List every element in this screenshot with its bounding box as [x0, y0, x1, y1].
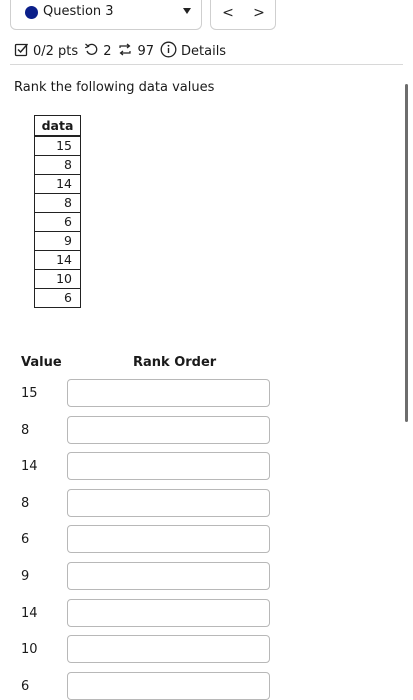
row-value: 10 [21, 642, 38, 657]
data-cell: 14 [34, 249, 81, 270]
rank-input[interactable] [67, 379, 270, 407]
caret-down-icon [183, 8, 191, 14]
rank-input[interactable] [67, 599, 270, 627]
question-label: Question 3 [43, 4, 114, 19]
details-link[interactable]: Details [181, 44, 226, 59]
question-nav: < > [210, 0, 276, 30]
rank-input[interactable] [67, 489, 270, 517]
retries-count: 2 [103, 43, 112, 59]
data-cell: 6 [34, 211, 81, 232]
rank-input[interactable] [67, 452, 270, 480]
score-text: 0/2 pts [33, 43, 79, 59]
attempts-count: 97 [137, 43, 155, 59]
rank-column-header: Rank Order [133, 355, 217, 370]
row-value: 8 [21, 496, 30, 511]
row-value: 15 [21, 386, 38, 401]
previous-question-button[interactable]: < [213, 2, 243, 24]
question-prompt: Rank the following data values [14, 80, 215, 95]
rank-input[interactable] [67, 672, 270, 700]
attempts-icon [117, 42, 133, 61]
divider [10, 64, 403, 65]
data-cell: 8 [34, 192, 81, 213]
checkbox-icon [14, 42, 29, 61]
row-value: 14 [21, 606, 38, 621]
next-question-button[interactable]: > [244, 2, 274, 24]
row-value: 6 [21, 679, 30, 694]
data-table-header: data [34, 115, 81, 137]
rank-input[interactable] [67, 416, 270, 444]
data-cell: 10 [34, 268, 81, 289]
rank-input[interactable] [67, 635, 270, 663]
value-column-header: Value [21, 355, 62, 370]
data-cell: 9 [34, 230, 81, 251]
data-cell: 14 [34, 173, 81, 194]
data-cell: 6 [34, 287, 81, 308]
row-value: 6 [21, 532, 30, 547]
data-cell: 8 [34, 154, 81, 175]
row-value: 9 [21, 569, 30, 584]
row-value: 8 [21, 423, 30, 438]
question-toolbar: Question 3 < > [0, 0, 413, 33]
question-select[interactable]: Question 3 [10, 0, 202, 30]
question-meta: 0/2 pts 2 97 Details [14, 40, 232, 62]
status-dot [25, 6, 38, 19]
info-icon[interactable] [160, 41, 177, 62]
rank-input[interactable] [67, 562, 270, 590]
rank-input[interactable] [67, 525, 270, 553]
retry-icon [84, 42, 99, 61]
row-value: 14 [21, 459, 38, 474]
data-cell: 15 [34, 135, 81, 156]
data-table: data 15 8 14 8 6 9 14 10 6 [34, 115, 81, 308]
scrollbar[interactable] [405, 84, 408, 422]
